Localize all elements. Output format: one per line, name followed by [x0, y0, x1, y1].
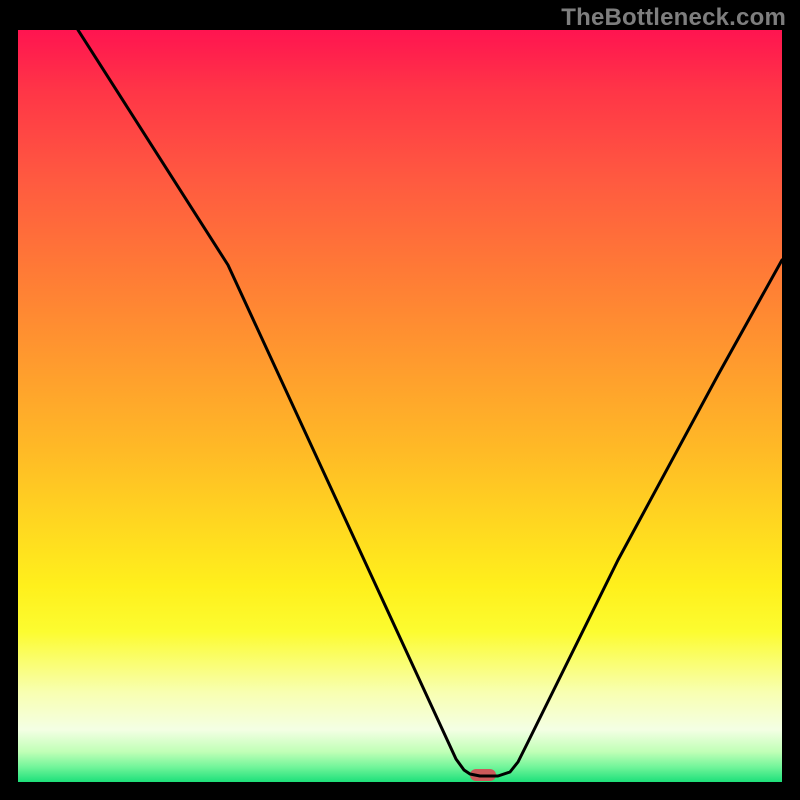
bottleneck-curve: [18, 30, 782, 782]
plot-area: [18, 30, 782, 782]
watermark-text: TheBottleneck.com: [561, 4, 786, 32]
chart-frame: TheBottleneck.com: [0, 0, 800, 800]
